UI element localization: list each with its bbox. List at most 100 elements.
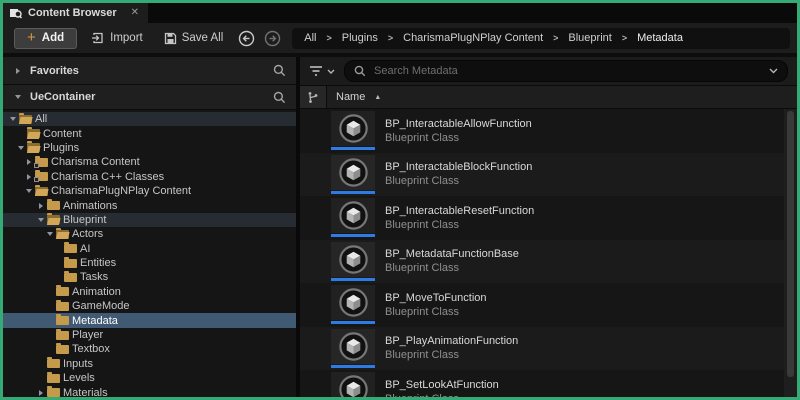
tree-item-blueprint[interactable]: Blueprint [3,212,296,228]
asset-type: Blueprint Class [385,262,459,275]
column-header-name[interactable]: Name [336,91,365,103]
tree-item-animations[interactable]: Animations [3,198,296,212]
breadcrumb-charismaplugnplay-content[interactable]: CharismaPlugNPlay Content [403,32,543,44]
asset-name: BP_InteractableAllowFunction [385,117,532,130]
add-button[interactable]: + Add [14,27,78,49]
tree-item-label: Actors [72,228,104,241]
forward-button[interactable] [264,30,281,47]
expander-icon[interactable] [12,66,23,76]
plugin-folder-icon [34,155,48,168]
expander-icon[interactable] [7,114,18,124]
back-button[interactable] [238,30,255,47]
expander-icon[interactable] [35,215,46,225]
blueprint-class-icon [331,372,375,397]
tree-item-ai[interactable]: AI [3,242,296,256]
uecontainer-section-header[interactable]: UeContainer [3,85,296,110]
tree-item-animation[interactable]: Animation [3,285,296,299]
tree-item-textbox[interactable]: Textbox [3,342,296,356]
tree-item-materials[interactable]: Materials [3,385,296,397]
asset-list-area: BP_InteractableAllowFunction Blueprint C… [300,109,797,397]
tab-content-browser[interactable]: Content Browser ✕ [3,3,149,23]
tree-item-gamemode[interactable]: GameMode [3,299,296,313]
folder-icon [56,299,69,311]
save-all-button[interactable]: Save All [157,32,231,45]
tree-item-charisma-cpp-classes[interactable]: Charisma C++ Classes [3,170,296,184]
asset-row[interactable]: BP_InteractableBlockFunction Blueprint C… [300,152,784,196]
sort-ascending-icon: ▲ [374,93,382,101]
tree-item-all[interactable]: All [3,112,296,127]
asset-row[interactable]: BP_InteractableResetFunction Blueprint C… [300,196,784,240]
tree-item-content[interactable]: Content [3,126,296,140]
blueprint-class-icon [331,198,375,238]
expander-icon[interactable] [35,201,46,211]
folder-icon [64,270,77,282]
search-icon[interactable] [273,91,286,104]
filter-button[interactable] [309,65,335,77]
tree-item-label: Tasks [80,271,109,284]
expander-icon[interactable] [44,229,55,239]
expander-icon[interactable] [35,388,46,397]
plugin-folder-icon [34,170,48,183]
tree-item-label: Blueprint [63,213,107,226]
breadcrumb-metadata[interactable]: Metadata [637,32,683,44]
tree-item-label: Metadata [72,314,118,327]
folder-icon [47,386,60,397]
tree-item-label: Entities [80,257,117,270]
scrollbar[interactable] [784,109,797,397]
asset-row[interactable]: BP_SetLookAtFunction Blueprint Class [300,370,784,397]
search-input[interactable] [372,64,763,78]
import-label: Import [110,32,143,44]
expander-icon[interactable] [12,92,23,102]
asset-type: Blueprint Class [385,218,459,231]
tree-item-player[interactable]: Player [3,328,296,342]
blueprint-class-icon [331,285,375,325]
expander-icon[interactable] [23,157,34,167]
asset-type-color-bar [331,321,375,325]
asset-row[interactable]: BP_PlayAnimationFunction Blueprint Class [300,326,784,370]
tree-item-plugins[interactable]: Plugins [3,141,296,155]
asset-type-color-bar [331,277,375,281]
chevron-down-icon[interactable] [769,68,778,74]
import-icon [91,31,105,45]
folder-open-icon [19,112,32,124]
folder-open-icon [56,227,69,239]
expander-icon[interactable] [15,143,26,153]
folder-icon [47,357,60,369]
tree-item-levels[interactable]: Levels [3,371,296,385]
breadcrumb-plugins[interactable]: Plugins [342,32,378,44]
breadcrumb-blueprint[interactable]: Blueprint [568,32,611,44]
folder-icon [64,256,77,268]
tree-item-charisma-content[interactable]: Charisma Content [3,155,296,169]
asset-name: BP_SetLookAtFunction [385,378,499,391]
tree-item-entities[interactable]: Entities [3,256,296,270]
search-icon[interactable] [273,64,286,77]
asset-name: BP_InteractableBlockFunction [385,161,533,174]
content-browser-icon [9,7,22,19]
tree-item-inputs[interactable]: Inputs [3,357,296,371]
tree-item-label: Plugins [43,141,80,154]
asset-row[interactable]: BP_MetadataFunctionBase Blueprint Class [300,239,784,283]
tree-item-label: Charisma Content [51,156,140,169]
expander-icon[interactable] [23,186,34,196]
favorites-section-header[interactable]: Favorites [3,57,296,85]
import-button[interactable]: Import [84,31,150,45]
folder-open-icon [27,141,40,153]
tree-item-charismaplugnplay-content[interactable]: CharismaPlugNPlay Content [3,184,296,198]
filter-search-row [300,57,797,85]
breadcrumb-all[interactable]: All [304,32,316,44]
tree-item-metadata[interactable]: Metadata [3,313,296,328]
hierarchy-icon[interactable] [300,86,327,108]
asset-row[interactable]: BP_MoveToFunction Blueprint Class [300,283,784,327]
close-icon[interactable]: ✕ [131,8,139,18]
asset-row[interactable]: BP_InteractableAllowFunction Blueprint C… [300,109,784,153]
tree-item-label: Animation [72,285,121,298]
tree-item-tasks[interactable]: Tasks [3,270,296,284]
scrollbar-thumb[interactable] [787,111,794,377]
tree-item-actors[interactable]: Actors [3,227,296,241]
expander-icon[interactable] [23,172,34,182]
